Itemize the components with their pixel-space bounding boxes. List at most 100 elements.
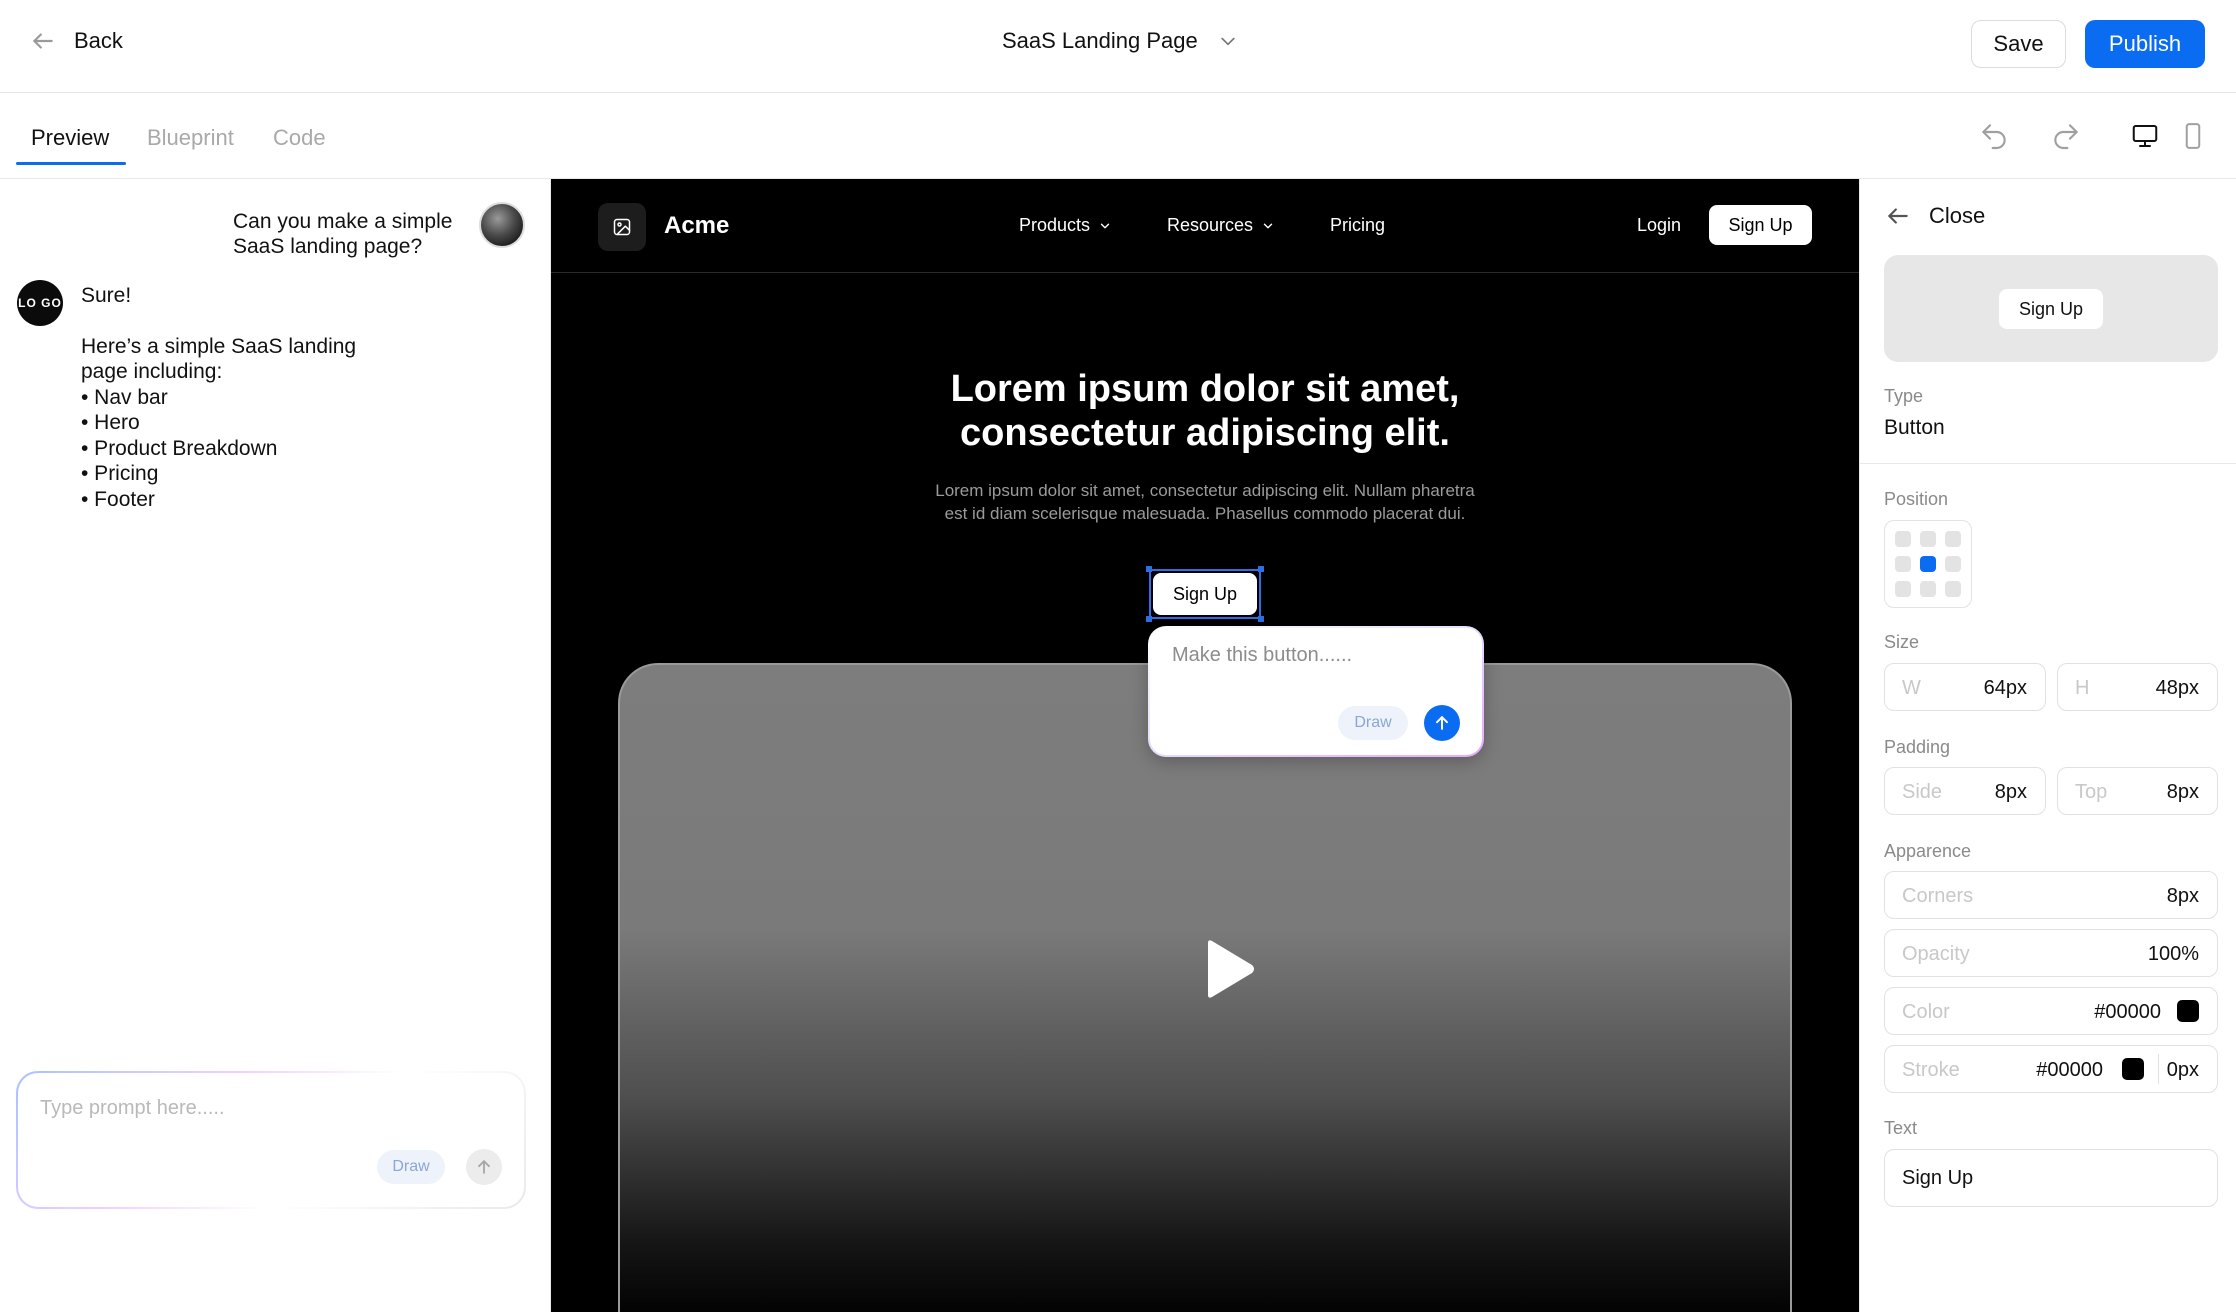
stroke-field[interactable]: Stroke #00000 0px <box>1884 1045 2218 1093</box>
resize-handle[interactable] <box>1146 566 1152 572</box>
tab-preview[interactable]: Preview <box>31 125 109 151</box>
chevron-down-icon <box>1221 37 1235 46</box>
project-title-dropdown[interactable]: SaaS Landing Page <box>1002 28 1238 54</box>
width-label: W <box>1902 677 1921 699</box>
color-swatch[interactable] <box>2177 1000 2199 1022</box>
edit-prompt-popover: Draw <box>1148 626 1484 757</box>
top-value: 8px <box>2166 781 2199 803</box>
stroke-color-value: #00000 <box>2036 1059 2103 1081</box>
nav-link-label: Pricing <box>1330 215 1386 235</box>
mobile-view-button[interactable] <box>2176 119 2210 153</box>
desktop-view-button[interactable] <box>2128 119 2162 153</box>
play-icon[interactable] <box>1194 937 1258 1001</box>
draw-button[interactable]: Draw <box>377 1150 445 1184</box>
padding-side-field[interactable]: Side 8px <box>1884 767 2046 815</box>
stroke-width-value[interactable]: 0px <box>2167 1059 2199 1082</box>
arrow-left-icon <box>33 33 53 49</box>
position-cell[interactable] <box>1895 581 1911 597</box>
send-button[interactable] <box>466 1149 502 1185</box>
type-label: Type <box>1884 386 1924 406</box>
opacity-field[interactable]: Opacity 100% <box>1884 929 2218 977</box>
ai-message: Sure! Here’s a simple SaaS landing page … <box>81 283 411 512</box>
site-nav-bar: Acme Products Resources Pricing Login Si… <box>551 179 1859 273</box>
position-cell[interactable] <box>1920 581 1936 597</box>
position-cell[interactable] <box>1945 531 1961 547</box>
nav-pricing[interactable]: Pricing <box>1330 215 1385 236</box>
height-label: H <box>2075 677 2090 699</box>
publish-button[interactable]: Publish <box>2085 20 2205 68</box>
nav-resources[interactable]: Resources <box>1167 215 1275 236</box>
text-field[interactable]: Sign Up <box>1884 1149 2218 1207</box>
redo-icon <box>2054 124 2078 150</box>
user-message: Can you make a simple SaaS landing page? <box>233 210 453 258</box>
save-button[interactable]: Save <box>1971 20 2066 68</box>
prompt-input[interactable] <box>40 1097 500 1120</box>
text-label: Text <box>1884 1118 1918 1138</box>
desktop-icon <box>2132 125 2158 147</box>
position-cell[interactable] <box>1945 556 1961 572</box>
appearance-label: Apparence <box>1884 841 1972 861</box>
color-field[interactable]: Color #00000 <box>1884 987 2218 1035</box>
close-label: Close <box>1929 203 1986 228</box>
ai-intro: Here’s a simple SaaS landing page includ… <box>81 334 357 384</box>
side-value: 8px <box>1994 781 2027 803</box>
undo-icon <box>1982 124 2006 150</box>
resize-handle[interactable] <box>1258 616 1264 622</box>
stroke-swatch[interactable] <box>2122 1058 2144 1080</box>
draw-button[interactable]: Draw <box>1338 706 1408 740</box>
site-signup-button[interactable]: Sign Up <box>1709 205 1812 245</box>
position-cell[interactable] <box>1895 556 1911 572</box>
ai-list-item: • Pricing <box>81 462 159 485</box>
hero-video[interactable] <box>618 663 1792 1312</box>
divider <box>1860 463 2236 464</box>
back-button[interactable]: Back <box>30 28 123 54</box>
ai-list-item: • Footer <box>81 487 155 511</box>
type-value: Button <box>1884 416 1945 439</box>
preview-button: Sign Up <box>1999 289 2103 329</box>
tab-code[interactable]: Code <box>273 125 326 151</box>
position-cell-selected[interactable] <box>1920 556 1936 572</box>
mobile-icon <box>2185 123 2201 149</box>
padding-top-field[interactable]: Top 8px <box>2057 767 2218 815</box>
color-label: Color <box>1902 1001 1950 1023</box>
user-avatar <box>479 202 525 248</box>
corners-label: Corners <box>1902 885 1974 907</box>
nav-products[interactable]: Products <box>1019 215 1112 236</box>
top-label: Top <box>2075 781 2108 803</box>
position-cell[interactable] <box>1920 531 1936 547</box>
tabs-row: Preview Blueprint Code <box>0 93 2236 179</box>
nav-link-label: Products <box>1019 215 1091 235</box>
site-login-link[interactable]: Login <box>1637 215 1681 236</box>
position-grid[interactable] <box>1884 520 1972 608</box>
hero-subtitle-line: Lorem ipsum dolor sit amet, consectetur … <box>935 481 1475 500</box>
ai-list-item: • Hero <box>81 411 140 434</box>
edit-prompt-input[interactable] <box>1172 644 1462 667</box>
inspector-panel: Close Sign Up Type Button Position Size … <box>1859 179 2236 1312</box>
height-field[interactable]: H 48px <box>2057 663 2218 711</box>
corners-value: 8px <box>2166 885 2199 907</box>
preview-canvas: Acme Products Resources Pricing Login Si… <box>551 179 1859 1312</box>
chevron-down-icon <box>1263 223 1273 228</box>
arrow-up-icon <box>1436 716 1448 730</box>
width-field[interactable]: W 64px <box>1884 663 2046 711</box>
hero-title-line: Lorem ipsum dolor sit amet, <box>950 368 1460 410</box>
hero-signup-button[interactable]: Sign Up <box>1153 573 1257 615</box>
position-cell[interactable] <box>1945 581 1961 597</box>
opacity-label: Opacity <box>1902 943 1970 965</box>
hero-title: Lorem ipsum dolor sit amet, consectetur … <box>551 367 1859 455</box>
site-logo[interactable] <box>598 203 646 251</box>
hero-subtitle: Lorem ipsum dolor sit amet, consectetur … <box>891 479 1519 525</box>
active-tab-indicator <box>16 162 126 165</box>
redo-button[interactable] <box>2049 119 2083 153</box>
resize-handle[interactable] <box>1258 566 1264 572</box>
nav-link-label: Resources <box>1167 215 1254 235</box>
undo-button[interactable] <box>1977 119 2011 153</box>
corners-field[interactable]: Corners 8px <box>1884 871 2218 919</box>
tab-blueprint[interactable]: Blueprint <box>147 125 234 151</box>
close-button[interactable]: Close <box>1885 203 1985 229</box>
resize-handle[interactable] <box>1146 616 1152 622</box>
color-value: #00000 <box>2094 1001 2161 1023</box>
send-button[interactable] <box>1424 705 1460 741</box>
position-cell[interactable] <box>1895 531 1911 547</box>
width-value: 64px <box>1983 677 2027 699</box>
